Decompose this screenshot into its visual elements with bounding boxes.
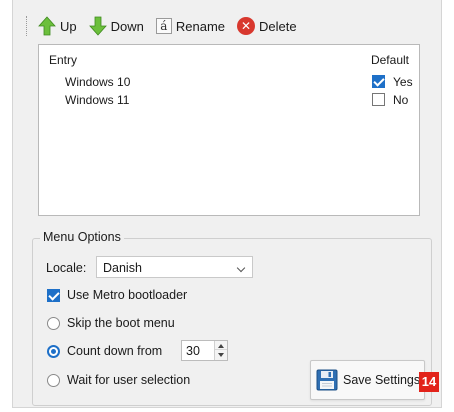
entry-name: Windows 11 [65, 93, 130, 107]
default-value: Yes [393, 75, 413, 89]
save-settings-label: Save Settings [343, 373, 421, 387]
wait-option[interactable]: Wait for user selection [47, 372, 190, 388]
default-value: No [393, 93, 409, 107]
move-down-label: Down [110, 18, 144, 34]
arrow-down-icon [88, 16, 107, 36]
countdown-value[interactable]: 30 [186, 344, 200, 358]
floppy-disk-icon [316, 369, 338, 391]
column-entry[interactable]: Entry [49, 53, 77, 67]
countdown-radio[interactable] [47, 344, 60, 358]
arrow-up-icon [38, 16, 56, 36]
callout-badge: 14 [419, 372, 439, 392]
wait-radio[interactable] [47, 373, 60, 387]
use-metro-checkbox[interactable] [47, 288, 60, 302]
list-item[interactable]: Windows 11 No [39, 91, 419, 109]
countdown-option[interactable]: Count down from [47, 343, 162, 359]
skip-boot-option[interactable]: Skip the boot menu [47, 315, 175, 331]
default-checkbox[interactable] [372, 93, 385, 106]
use-metro-option[interactable]: Use Metro bootloader [47, 287, 187, 303]
move-down-button[interactable]: Down [88, 14, 144, 38]
rename-label: Rename [175, 18, 226, 34]
default-checkbox[interactable] [372, 75, 385, 88]
list-item[interactable]: Windows 10 Yes [39, 73, 419, 91]
skip-boot-label: Skip the boot menu [67, 316, 175, 330]
entry-toolbar: Up Down á Rename ✕ Delete [26, 12, 309, 40]
rename-button[interactable]: á Rename [155, 14, 226, 38]
chevron-down-icon [236, 263, 246, 273]
countdown-label: Count down from [67, 344, 163, 358]
boot-entry-list[interactable]: Entry Default Windows 10 Yes Windows 11 … [38, 44, 420, 216]
save-settings-button[interactable]: Save Settings [310, 360, 425, 400]
skip-boot-radio[interactable] [47, 316, 60, 330]
delete-icon: ✕ [237, 17, 256, 35]
locale-label: Locale: [46, 261, 87, 275]
locale-value: Danish [103, 261, 142, 275]
stepper-down-icon[interactable] [215, 351, 227, 360]
rename-icon: á [155, 18, 172, 34]
stepper-buttons [214, 341, 227, 360]
countdown-stepper[interactable]: 30 [181, 340, 228, 361]
list-header: Entry Default [49, 53, 413, 69]
stepper-up-icon[interactable] [215, 341, 227, 350]
column-default[interactable]: Default [371, 53, 409, 67]
menu-options-title: Menu Options [40, 230, 124, 244]
entry-name: Windows 10 [65, 75, 131, 89]
locale-select[interactable]: Danish [96, 256, 253, 278]
wait-label: Wait for user selection [67, 373, 191, 387]
move-up-label: Up [60, 18, 77, 34]
use-metro-label: Use Metro bootloader [67, 288, 188, 302]
delete-button[interactable]: ✕ Delete [237, 14, 297, 38]
move-up-button[interactable]: Up [38, 14, 77, 38]
delete-label: Delete [259, 18, 297, 34]
toolbar-grip [26, 16, 28, 36]
